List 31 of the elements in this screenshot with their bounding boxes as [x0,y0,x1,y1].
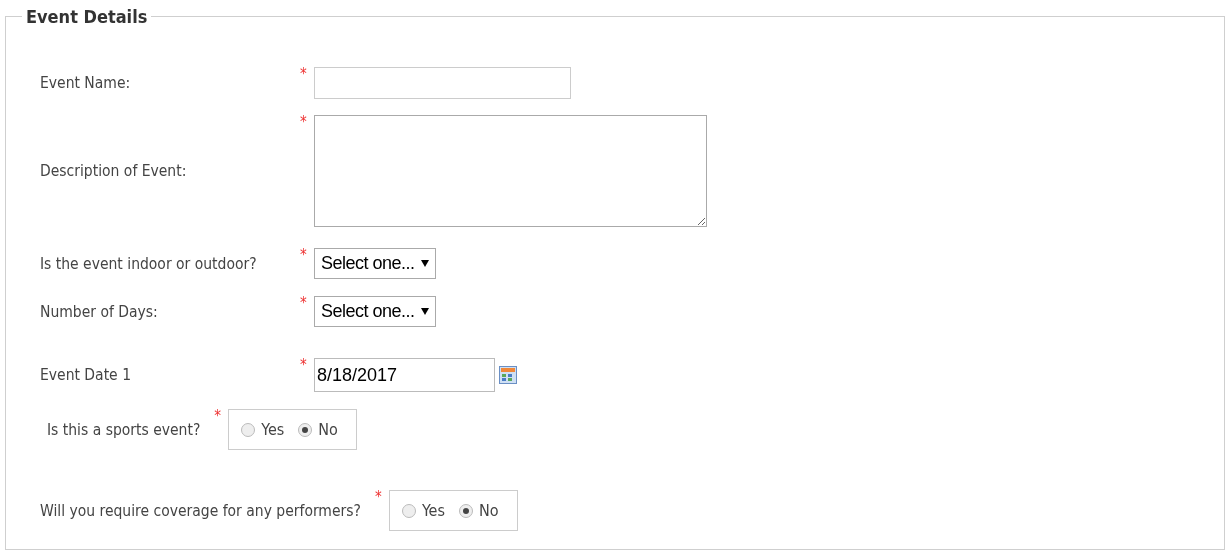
radio-label[interactable]: No [478,501,499,520]
caret-icon [420,308,429,315]
dropdown[interactable]: Select one... [314,248,436,279]
required-mark: * [300,248,308,263]
required-mark: * [214,409,223,424]
date-field[interactable]: 8/18/2017 [314,358,495,392]
field-label: Number of Days: [40,302,159,321]
calendar-icon[interactable] [499,366,517,384]
required-mark: * [300,358,308,373]
required-mark: * [300,115,308,130]
required-mark: * [374,490,383,505]
radio-button[interactable] [401,503,416,518]
field-label: Is the event indoor or outdoor? [40,254,258,273]
section-title: Event Details [25,6,149,27]
field-label: Is this a sports event? [47,420,201,439]
text-field[interactable] [314,67,571,99]
field-label: Event Name: [40,74,132,92]
dropdown[interactable]: Select one... [314,296,436,327]
field-label: Event Date 1 [40,366,132,384]
radio-label[interactable]: No [318,420,338,439]
text-area[interactable] [314,115,707,227]
caret-icon [420,260,429,267]
radio-button[interactable] [458,503,473,518]
radio-button[interactable] [241,422,256,437]
radio-label[interactable]: Yes [261,420,285,439]
radio-label[interactable]: Yes [421,501,445,520]
required-mark: * [300,296,308,311]
radio-button[interactable] [298,422,313,437]
required-mark: * [300,67,308,82]
field-label: Will you require coverage for any performers? [40,501,361,520]
field-label: Description of Event: [40,162,188,180]
